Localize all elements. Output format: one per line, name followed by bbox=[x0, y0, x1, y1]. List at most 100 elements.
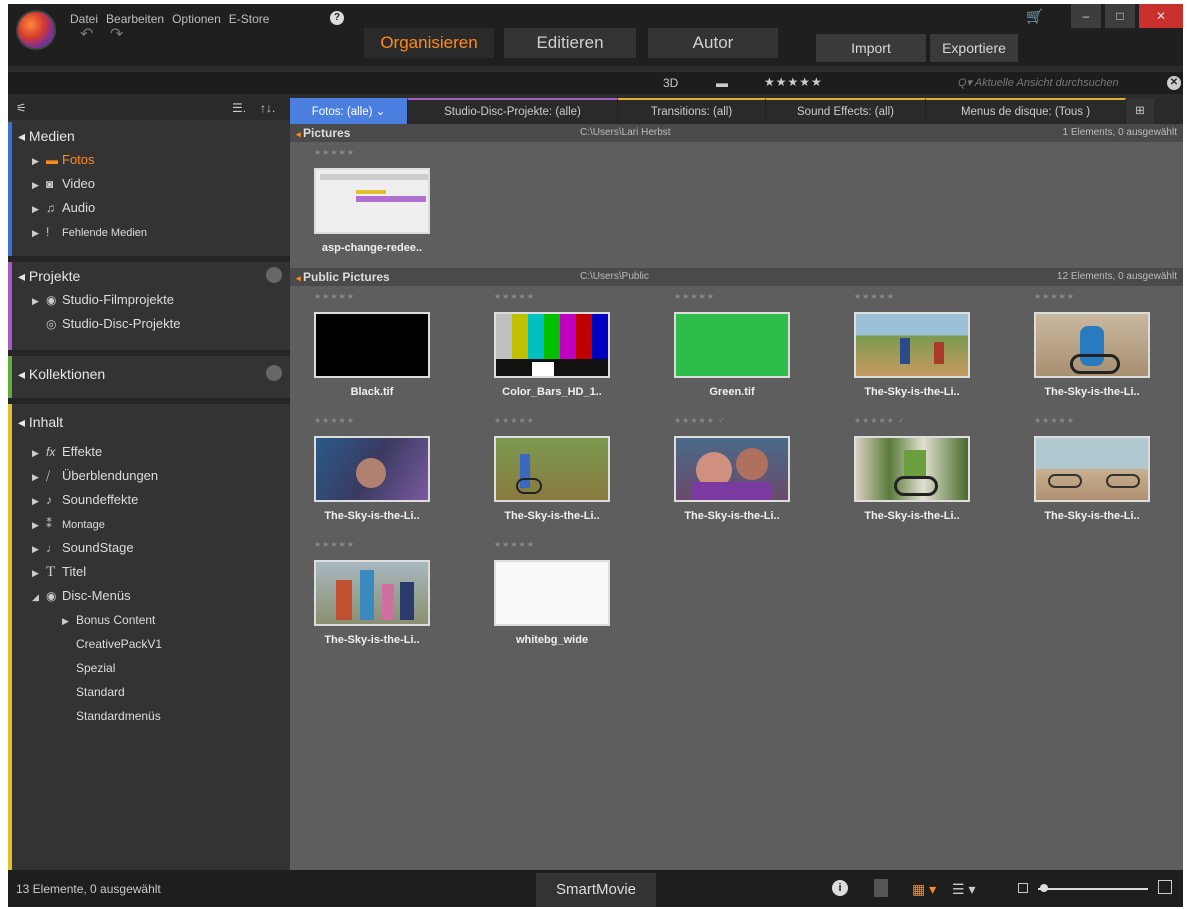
rating-stars[interactable]: ★★★★★ bbox=[494, 416, 535, 425]
thumbnail-image[interactable] bbox=[314, 312, 430, 378]
expand-icon[interactable]: ▶ bbox=[32, 489, 46, 513]
tab-sound-effects[interactable]: Sound Effects: (all) bbox=[766, 98, 926, 124]
rating-stars[interactable]: ★★★★★ bbox=[314, 416, 355, 425]
expand-icon[interactable]: ▶ bbox=[32, 537, 46, 561]
group-header[interactable]: Public Pictures C:\Users\Public 12 Element… bbox=[290, 268, 1183, 286]
sidebar-item-studio-disc-projekte[interactable]: ◎ Studio-Disc-Projekte bbox=[12, 312, 290, 336]
more-tabs-icon[interactable]: ⊞ bbox=[1126, 98, 1154, 124]
grid-view-icon[interactable]: ▦ ▾ bbox=[912, 881, 936, 898]
media-thumbnail[interactable]: ★★★★★ whitebg_wide bbox=[470, 540, 610, 652]
sidebar-item-soundeffekte[interactable]: ▶ ♪ Soundeffekte bbox=[12, 488, 290, 512]
section-medien-header[interactable]: ◂ Medien bbox=[12, 122, 290, 148]
rating-stars[interactable]: ★★★★★ bbox=[494, 540, 535, 549]
expand-icon[interactable]: ▶ bbox=[32, 149, 46, 173]
sidebar-item-fehlende-medien[interactable]: ▶! Fehlende Medien bbox=[12, 220, 290, 244]
rating-filter[interactable]: ★★★★★ bbox=[764, 75, 823, 89]
app-logo-icon[interactable] bbox=[16, 10, 56, 50]
rating-stars[interactable]: ★★★★★ bbox=[314, 148, 355, 157]
menu-optionen[interactable]: Optionen bbox=[172, 12, 221, 26]
help-icon[interactable]: ? bbox=[330, 11, 344, 25]
tab-organisieren[interactable]: Organisieren bbox=[364, 28, 494, 58]
sidebar-item-montage[interactable]: ▶ ⁑ Montage bbox=[12, 512, 290, 536]
undo-redo-icons[interactable]: ↶ ↷ bbox=[80, 24, 129, 44]
search-input[interactable]: Q▾ Aktuelle Ansicht durchsuchen bbox=[958, 74, 1156, 92]
media-thumbnail[interactable]: ★★★★★ ✓ The-Sky-is-the-Li.. bbox=[830, 416, 970, 528]
menu-estore[interactable]: E-Store bbox=[229, 12, 270, 26]
thumbnail-image[interactable] bbox=[494, 436, 610, 502]
section-inhalt-header[interactable]: ◂ Inhalt bbox=[12, 404, 290, 440]
expand-icon[interactable]: ▶ bbox=[32, 441, 46, 465]
expand-icon[interactable]: ▶ bbox=[32, 173, 46, 197]
media-thumbnail[interactable]: ★★★★★ Color_Bars_HD_1.. bbox=[470, 292, 610, 404]
maximize-icon[interactable]: □ bbox=[1105, 4, 1135, 28]
document-icon[interactable] bbox=[874, 879, 888, 897]
close-icon[interactable]: ✕ bbox=[1139, 4, 1183, 28]
navigator-icon[interactable]: ⚟ bbox=[16, 101, 27, 115]
cart-icon[interactable]: 🛒 bbox=[1026, 8, 1043, 25]
minimize-icon[interactable]: – bbox=[1071, 4, 1101, 28]
info-icon[interactable]: i bbox=[832, 880, 848, 896]
expand-icon[interactable]: ▶ bbox=[32, 561, 46, 585]
tab-transitions[interactable]: Transitions: (all) bbox=[618, 98, 766, 124]
thumbnail-image[interactable] bbox=[494, 312, 610, 378]
media-thumbnail[interactable]: ★★★★★ The-Sky-is-the-Li.. bbox=[830, 292, 970, 404]
tab-autor[interactable]: Autor bbox=[648, 28, 778, 58]
media-thumbnail[interactable]: ★★★★★ ✓ The-Sky-is-the-Li.. bbox=[650, 416, 790, 528]
thumbnail-image[interactable] bbox=[314, 560, 430, 626]
tab-studio-disc-projekte[interactable]: Studio-Disc-Projekte: (alle) bbox=[408, 98, 618, 124]
zoom-track[interactable] bbox=[1038, 888, 1148, 890]
sidebar-item-titel[interactable]: ▶ T Titel bbox=[12, 560, 290, 584]
list-view-icon[interactable]: ☰. bbox=[232, 101, 246, 115]
rating-stars[interactable]: ★★★★★ bbox=[1034, 292, 1075, 301]
thumbnail-image[interactable] bbox=[1034, 312, 1150, 378]
sidebar-item-spezial[interactable]: Spezial bbox=[12, 656, 290, 680]
expand-icon[interactable]: ▶ bbox=[32, 197, 46, 221]
sidebar-item-effekte[interactable]: ▶ fx Effekte bbox=[12, 440, 290, 464]
expand-icon[interactable]: ▶ bbox=[32, 513, 46, 537]
film-icon[interactable]: ▬ bbox=[716, 76, 728, 90]
media-thumbnail[interactable]: ★★★★★ The-Sky-is-the-Li.. bbox=[1010, 416, 1150, 528]
media-thumbnail[interactable]: ★★★★★ The-Sky-is-the-Li.. bbox=[1010, 292, 1150, 404]
sidebar-item-bonus-content[interactable]: ▶ Bonus Content bbox=[12, 608, 290, 632]
export-button[interactable]: Exportiere bbox=[930, 34, 1018, 62]
rating-stars[interactable]: ★★★★★ bbox=[314, 540, 355, 549]
tab-menus-de-disque[interactable]: Menus de disque: (Tous ) bbox=[926, 98, 1126, 124]
thumbnail-image[interactable] bbox=[854, 312, 970, 378]
thumbnail-image[interactable] bbox=[1034, 436, 1150, 502]
collapse-icon[interactable]: ◢ bbox=[32, 585, 46, 609]
thumbnail-image[interactable] bbox=[674, 436, 790, 502]
sidebar-item-disc-menues[interactable]: ◢ ◉ Disc-Menüs bbox=[12, 584, 290, 608]
group-header[interactable]: Pictures C:\Users\Lari Herbst 1 Elements, … bbox=[290, 124, 1183, 142]
rating-stars[interactable]: ★★★★★ bbox=[494, 292, 535, 301]
3d-toggle[interactable]: 3D bbox=[663, 76, 678, 90]
tab-fotos[interactable]: Fotos: (alle) ⌄ bbox=[290, 98, 408, 124]
expand-icon[interactable]: ▶ bbox=[32, 465, 46, 489]
tab-editieren[interactable]: Editieren bbox=[504, 28, 636, 58]
media-thumbnail[interactable]: ★★★★★ The-Sky-is-the-Li.. bbox=[290, 416, 430, 528]
sidebar-item-standard[interactable]: Standard bbox=[12, 680, 290, 704]
thumbnail-image[interactable] bbox=[854, 436, 970, 502]
thumbnail-image[interactable] bbox=[314, 168, 430, 234]
section-projekte-header[interactable]: ◂ Projekte bbox=[12, 262, 290, 288]
sidebar-item-video[interactable]: ▶ ◙ Video bbox=[12, 172, 290, 196]
sidebar-item-fotos[interactable]: ▶ ▬ Fotos bbox=[12, 148, 290, 172]
rating-stars[interactable]: ★★★★★ bbox=[314, 292, 355, 301]
search-icon[interactable] bbox=[266, 365, 282, 381]
sidebar-item-audio[interactable]: ▶ ♫ Audio bbox=[12, 196, 290, 220]
search-icon[interactable] bbox=[266, 267, 282, 283]
media-thumbnail[interactable]: ★★★★★ asp-change-redee.. bbox=[290, 148, 430, 260]
thumbnail-image[interactable] bbox=[494, 560, 610, 626]
sort-icon[interactable]: ↑↓. bbox=[260, 101, 275, 115]
media-thumbnail[interactable]: ★★★★★ Green.tif bbox=[650, 292, 790, 404]
zoom-slider[interactable] bbox=[1018, 880, 1172, 894]
sidebar-item-creativepack[interactable]: CreativePackV1 bbox=[12, 632, 290, 656]
thumbnail-image[interactable] bbox=[314, 436, 430, 502]
sidebar-item-ueberblendungen[interactable]: ▶ ⧸ Überblendungen bbox=[12, 464, 290, 488]
expand-icon[interactable]: ▶ bbox=[32, 221, 46, 245]
rating-stars[interactable]: ★★★★★ bbox=[674, 292, 715, 301]
import-button[interactable]: Import bbox=[816, 34, 926, 62]
rating-stars[interactable]: ★★★★★ ✓ bbox=[854, 416, 906, 425]
thumbnail-image[interactable] bbox=[674, 312, 790, 378]
smartmovie-button[interactable]: SmartMovie bbox=[536, 873, 656, 907]
zoom-handle[interactable] bbox=[1040, 884, 1048, 892]
